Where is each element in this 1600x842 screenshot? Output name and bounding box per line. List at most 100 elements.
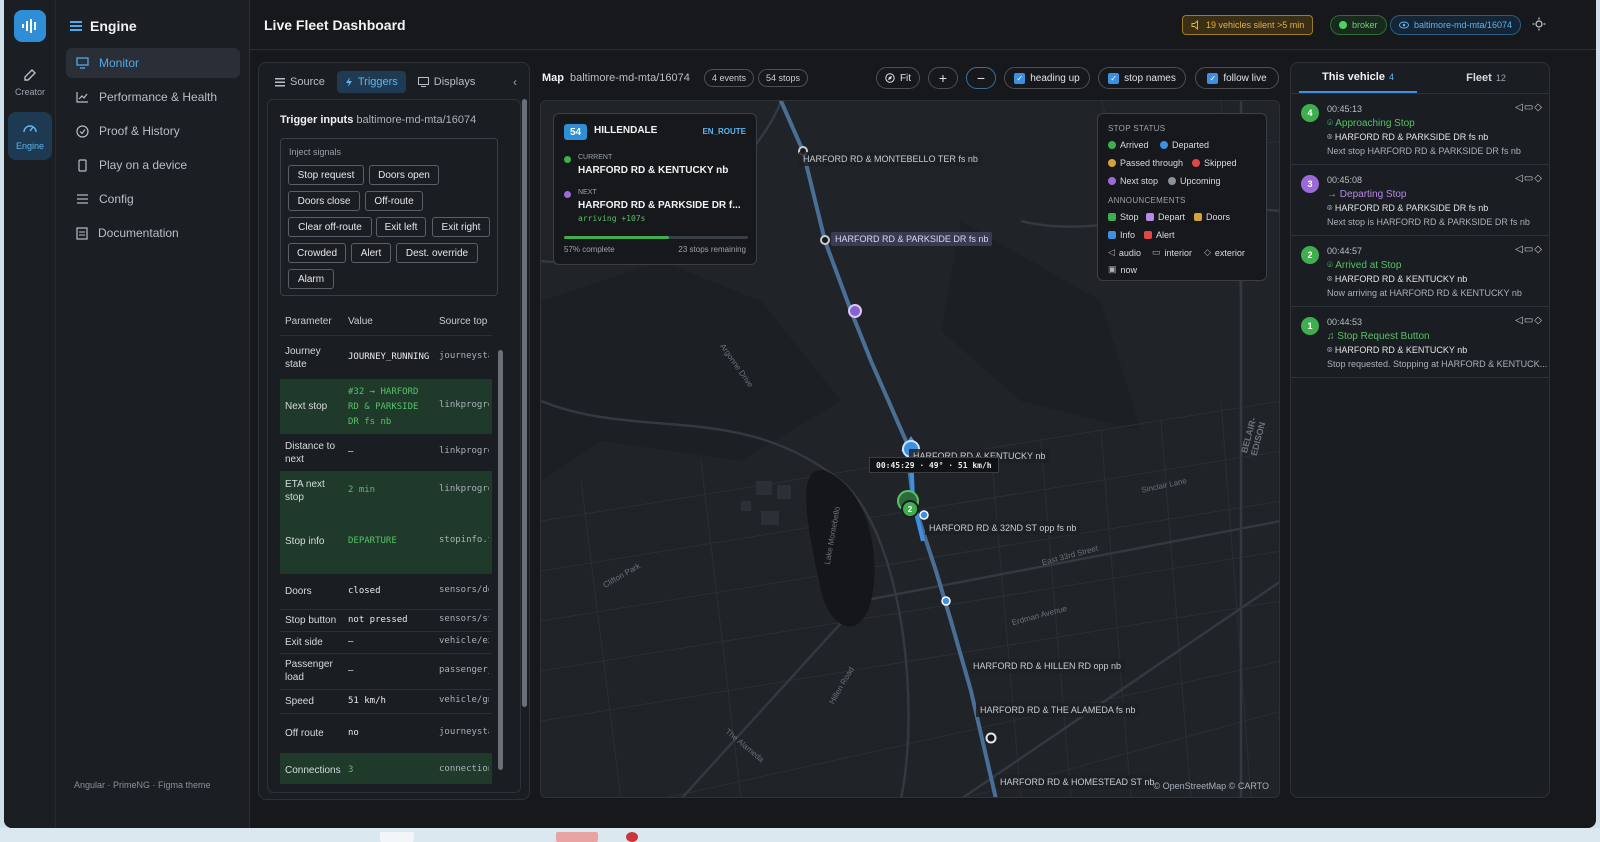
upcoming-dot-icon (1168, 177, 1176, 185)
exit-right-button[interactable]: Exit right (432, 217, 490, 237)
stop-label[interactable]: HARFORD RD & MONTEBELLO TER fs nb (799, 152, 982, 166)
monitor-icon (76, 57, 89, 69)
list-icon (275, 77, 285, 86)
silent-vehicles-badge[interactable]: 19 vehicles silent >5 min (1182, 15, 1314, 35)
doors-close-button[interactable]: Doors close (288, 191, 360, 211)
event-number-badge: 4 (1301, 104, 1319, 122)
stop-label[interactable]: HARFORD RD & HOMESTEAD ST nb (996, 775, 1159, 789)
taskbar-item[interactable] (380, 832, 414, 842)
stop-names-toggle[interactable]: ✓ stop names (1098, 67, 1186, 89)
sidebar-item-monitor[interactable]: Monitor (66, 48, 240, 78)
row-source: passenger_ (439, 665, 489, 675)
dest-override-button[interactable]: Dest. override (396, 243, 478, 263)
heading-up-toggle[interactable]: ✓ heading up (1004, 67, 1090, 89)
map-legend: STOP STATUS Arrived Departed Passed thro… (1097, 113, 1267, 281)
sidebar-item-label: Proof & History (99, 124, 180, 138)
tab-triggers[interactable]: Triggers (336, 71, 406, 93)
stop-square-icon (1108, 213, 1116, 221)
progress-bar (564, 236, 748, 239)
sidebar-item-play-device[interactable]: Play on a device (66, 150, 240, 180)
zoom-out-button[interactable]: − (966, 67, 996, 89)
stop-marker[interactable] (985, 732, 997, 744)
next-stop-dot-icon (1108, 177, 1116, 185)
taskbar-item[interactable] (626, 832, 638, 842)
zoom-in-button[interactable]: + (928, 67, 958, 89)
diamond-icon: ◇ (1204, 247, 1211, 257)
map-attribution[interactable]: © OpenStreetMap © CARTO (1154, 781, 1269, 791)
stop-marker[interactable] (919, 510, 929, 520)
fit-button[interactable]: Fit (876, 67, 920, 89)
tab-source[interactable]: Source (267, 71, 333, 93)
next-stop-marker[interactable] (848, 304, 862, 318)
stop-label[interactable]: HARFORD RD & 32ND ST opp fs nb (925, 521, 1081, 535)
status-dot-icon (1339, 21, 1347, 29)
alert-button[interactable]: Alert (351, 243, 391, 263)
broker-text: broker (1352, 20, 1378, 30)
progress-fill (564, 236, 669, 239)
live-map[interactable]: 2 Lake Montebello BELAIR-EDISON Erdman A… (540, 100, 1280, 798)
tab-fleet[interactable]: Fleet 12 (1431, 63, 1541, 93)
stop-marker[interactable] (941, 596, 951, 606)
table-row: Next stop #32 → HARFORD RD & PARKSIDE DR… (280, 380, 492, 434)
table-row: Stop button not pressed sensors/st (280, 610, 492, 632)
events-panel: This vehicle 4 Fleet 12 4 00:45:13 ◁▭◇ ⌾ A… (1290, 62, 1550, 798)
row-param: Off route (285, 728, 324, 739)
panel-scrollbar[interactable] (522, 99, 527, 707)
rail-item-engine[interactable]: Engine (8, 112, 52, 160)
broker-status-badge[interactable]: broker (1330, 15, 1387, 35)
stop-request-button[interactable]: Stop request (288, 165, 364, 185)
map-toolbar: Map baltimore-md-mta/16074 4 events 54 st… (540, 62, 1280, 94)
doors-open-button[interactable]: Doors open (369, 165, 439, 185)
trigger-inputs-title: Trigger inputs baltimore-md-mta/16074 (280, 114, 477, 126)
eye-icon (1399, 21, 1409, 29)
heading-up-label: heading up (1030, 72, 1080, 84)
fleet-count: 12 (1495, 73, 1506, 83)
display-icon (417, 77, 429, 87)
table-row: Stop info DEPARTURE stopinfo.t (280, 510, 492, 574)
pin-icon: ⌾ (1327, 260, 1336, 271)
stop-label[interactable]: HARFORD RD & HILLEN RD opp nb (969, 659, 1126, 673)
route-badge[interactable]: baltimore-md-mta/16074 (1390, 15, 1522, 35)
row-param: Speed (285, 696, 314, 707)
legend-stop: Stop (1108, 212, 1139, 222)
sidebar-item-label: Performance & Health (99, 90, 218, 104)
next-dot-icon (564, 191, 571, 198)
row-param: Doors (285, 586, 312, 597)
sidebar-item-documentation[interactable]: Documentation (66, 218, 240, 248)
sidebar-item-performance[interactable]: Performance & Health (66, 82, 240, 112)
crowded-button[interactable]: Crowded (288, 243, 346, 263)
off-route-button[interactable]: Off-route (365, 191, 423, 211)
event-item[interactable]: 1 00:44:53 ◁▭◇ ♫ Stop Request Button ⌾ H… (1291, 307, 1549, 378)
exit-left-button[interactable]: Exit left (376, 217, 426, 237)
destination: HILLENDALE (594, 125, 658, 136)
checkbox-checked-icon: ✓ (1108, 72, 1120, 84)
vehicle-count: 4 (1388, 72, 1394, 82)
theme-toggle-sun-icon[interactable] (1532, 17, 1546, 31)
passed-dot-icon (1108, 159, 1116, 167)
follow-live-toggle[interactable]: ✓ follow live (1195, 67, 1279, 89)
tab-this-vehicle[interactable]: This vehicle 4 (1299, 63, 1417, 93)
sidebar-item-proof-history[interactable]: Proof & History (66, 116, 240, 146)
stop-marker[interactable] (820, 235, 830, 245)
rail-item-creator[interactable]: Creator (8, 58, 52, 106)
event-item[interactable]: 4 00:45:13 ◁▭◇ ⌾ Approaching Stop ⌾ HARF… (1291, 94, 1549, 165)
table-scrollbar[interactable] (498, 350, 503, 770)
status-badge: EN_ROUTE (702, 127, 746, 136)
legend-departed: Departed (1160, 140, 1209, 150)
clear-off-route-button[interactable]: Clear off-route (288, 217, 372, 237)
stops-count-pill: 54 stops (758, 69, 809, 87)
legend-alert: Alert (1144, 230, 1175, 240)
alarm-button[interactable]: Alarm (288, 269, 334, 289)
tab-displays[interactable]: Displays (410, 71, 484, 93)
event-item[interactable]: 2 00:44:57 ◁▭◇ ⌾ Arrived at Stop ⌾ HARFO… (1291, 236, 1549, 307)
stop-label[interactable]: HARFORD RD & THE ALAMEDA fs nb (976, 703, 1140, 717)
taskbar-item[interactable] (556, 832, 598, 842)
left-panel-tabs: Source Triggers Displays (267, 71, 483, 93)
event-item[interactable]: 3 00:45:08 ◁▭◇ → Departing Stop ⌾ HARFOR… (1291, 165, 1549, 236)
row-value: — (348, 447, 354, 457)
event-time: 00:44:53 (1327, 317, 1363, 327)
collapse-chevron-icon[interactable]: ‹ (513, 75, 517, 89)
stop-label-next[interactable]: HARFORD RD & PARKSIDE DR fs nb (831, 232, 993, 246)
sidebar-item-config[interactable]: Config (66, 184, 240, 214)
app-logo-icon[interactable] (14, 10, 46, 42)
